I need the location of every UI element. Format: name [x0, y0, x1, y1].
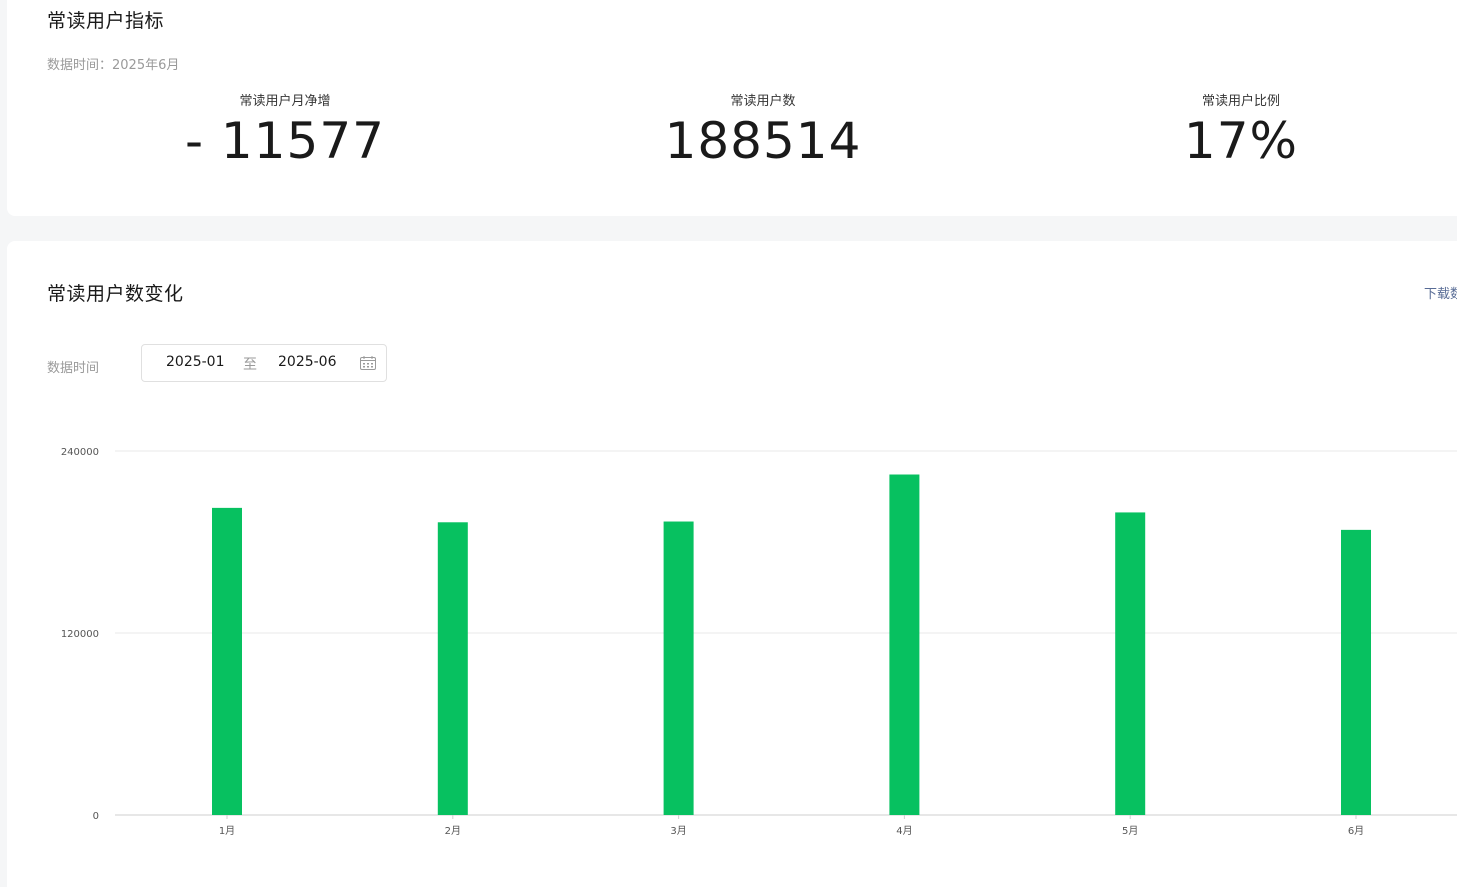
x-tick-label: 1月: [219, 825, 235, 837]
bar[interactable]: [1115, 512, 1146, 815]
metric-net-growth: 常读用户月净增 - 11577: [135, 90, 435, 169]
x-tick-label: 2月: [445, 825, 461, 837]
bar[interactable]: [889, 474, 920, 815]
x-tick-label: 3月: [670, 825, 686, 837]
x-tick-label: 6月: [1348, 825, 1364, 837]
bar[interactable]: [212, 507, 242, 815]
user-count-bar-chart: 0 120000 240000 1月 2月 3月 4月 5月 6月: [61, 447, 1457, 837]
x-tick-label: 5月: [1122, 825, 1138, 837]
bar[interactable]: [437, 522, 468, 815]
y-tick-label: 120000: [61, 629, 99, 640]
metric-label: 常读用户数: [730, 94, 796, 109]
metric-value: 17%: [1183, 112, 1299, 170]
metric-label: 常读用户比例: [1201, 94, 1280, 109]
metric-label: 常读用户月净增: [239, 94, 331, 109]
bar[interactable]: [663, 521, 694, 815]
metrics-card: 常读用户指标 数据时间：2025年6月 常读用户月净增 - 11577 常读用户…: [7, 0, 1457, 216]
y-tick-label: 240000: [61, 447, 99, 458]
bar[interactable]: [1341, 529, 1371, 815]
metric-value: - 11577: [185, 112, 385, 170]
x-tick-label: 4月: [896, 825, 912, 837]
chart-card: 常读用户数变化 下载数 数据时间 2025-01 至 2025-06 0 1200…: [7, 241, 1457, 887]
metric-user-ratio: 常读用户比例 17%: [1091, 90, 1391, 169]
metrics-data-time: 数据时间：2025年6月: [47, 58, 180, 73]
metric-value: 188514: [664, 112, 862, 170]
metric-user-count: 常读用户数 188514: [613, 90, 913, 169]
metrics-title: 常读用户指标: [47, 10, 165, 32]
y-tick-label: 0: [93, 811, 99, 822]
